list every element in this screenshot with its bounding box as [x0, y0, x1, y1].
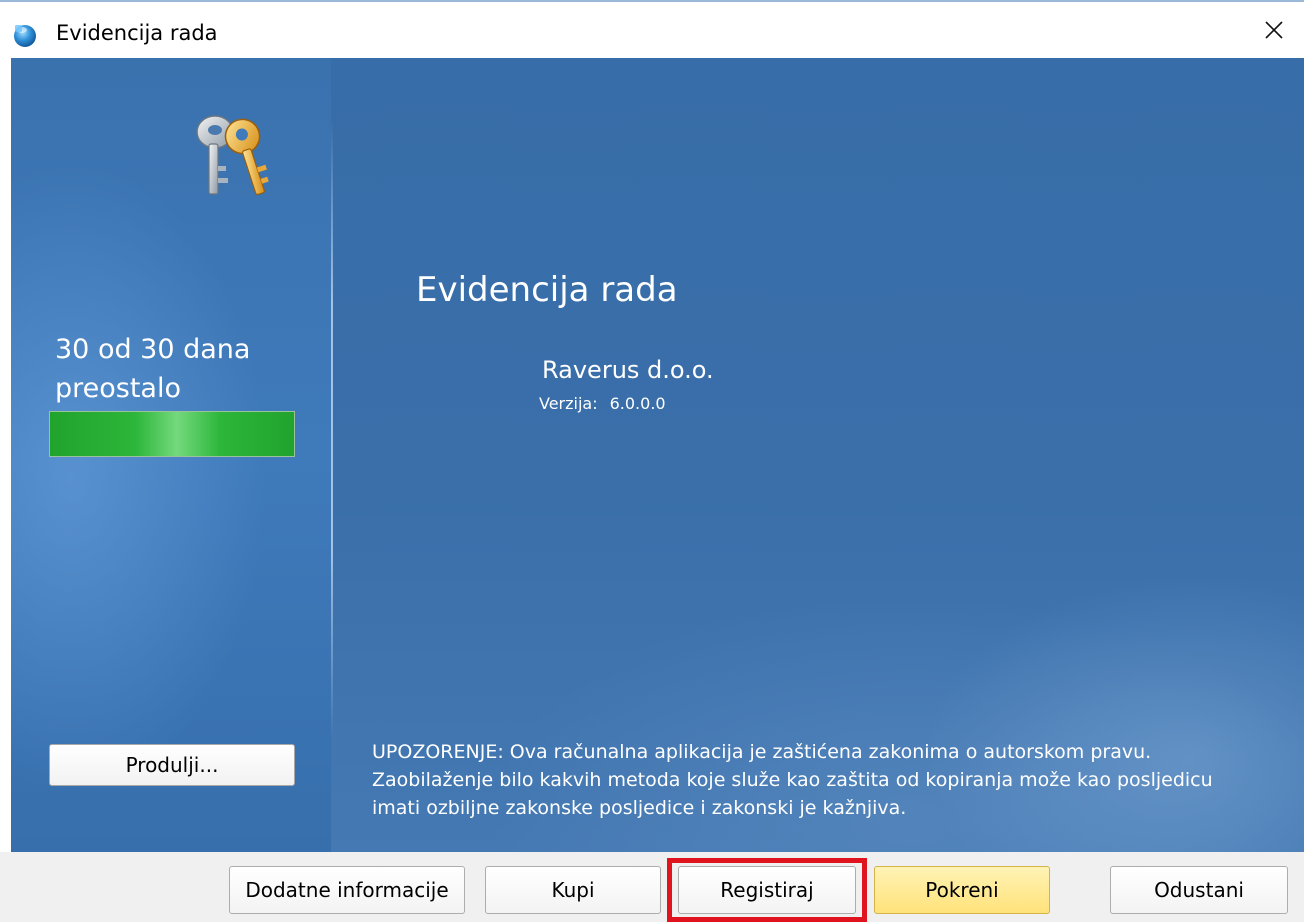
company-name: Raverus d.o.o. [542, 356, 714, 384]
main-panel: 30 od 30 dana preostalo Produlji... Evid… [11, 58, 1304, 852]
pane-divider [331, 118, 333, 738]
trial-progress-fill [50, 412, 294, 456]
trial-days-line2: preostalo [55, 373, 181, 404]
extend-button[interactable]: Produlji... [49, 744, 295, 786]
close-button[interactable] [1244, 2, 1304, 58]
left-pane: 30 od 30 dana preostalo Produlji... [11, 58, 331, 852]
keys-icon [196, 115, 269, 196]
cancel-button[interactable]: Odustani [1110, 866, 1288, 914]
close-icon [1265, 21, 1283, 39]
warning-line-1: UPOZORENJE: Ova računalna aplikacija je … [372, 741, 1152, 763]
product-title: Evidencija rada [416, 270, 678, 310]
version-info: Verzija: 6.0.0.0 [539, 394, 666, 413]
warning-line-2: Zaobilaženje bilo kakvih metoda koje slu… [372, 769, 1213, 791]
version-label: Verzija: [539, 394, 598, 413]
trial-days-line1: 30 od 30 dana [55, 334, 251, 365]
trial-progress-bar [49, 411, 295, 457]
trial-days-remaining: 30 od 30 dana preostalo [55, 330, 305, 408]
warning-line-3: imati ozbiljne zakonske posljedice i zak… [372, 797, 907, 819]
copyright-warning: UPOZORENJE: Ova računalna aplikacija je … [372, 738, 1272, 822]
buy-button[interactable]: Kupi [485, 866, 661, 914]
version-value: 6.0.0.0 [609, 394, 666, 413]
app-sphere-icon [14, 25, 36, 47]
button-bar: Dodatne informacije Kupi Registiraj Pokr… [0, 852, 1304, 922]
trial-dialog-window: Evidencija rada 30 od 30 dana preostalo … [0, 0, 1304, 922]
register-button[interactable]: Registiraj [678, 866, 856, 914]
more-info-button[interactable]: Dodatne informacije [229, 866, 465, 914]
title-bar[interactable]: Evidencija rada [0, 2, 1304, 58]
start-button[interactable]: Pokreni [874, 866, 1050, 914]
window-title: Evidencija rada [56, 21, 218, 45]
